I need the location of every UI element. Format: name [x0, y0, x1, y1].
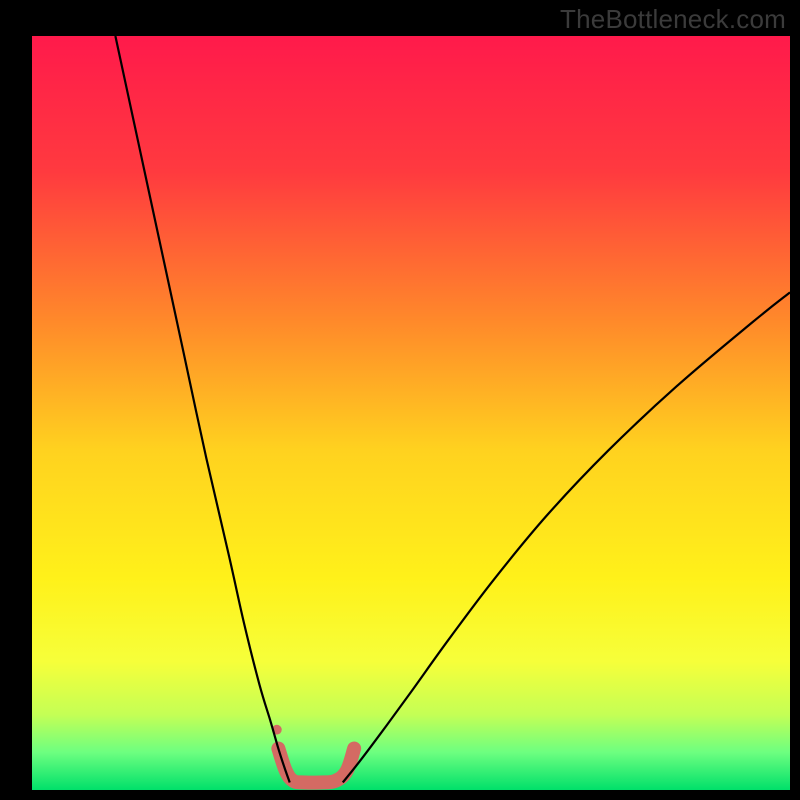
plot-background [32, 36, 790, 790]
bottleneck-chart [0, 0, 800, 800]
chart-frame: TheBottleneck.com [0, 0, 800, 800]
